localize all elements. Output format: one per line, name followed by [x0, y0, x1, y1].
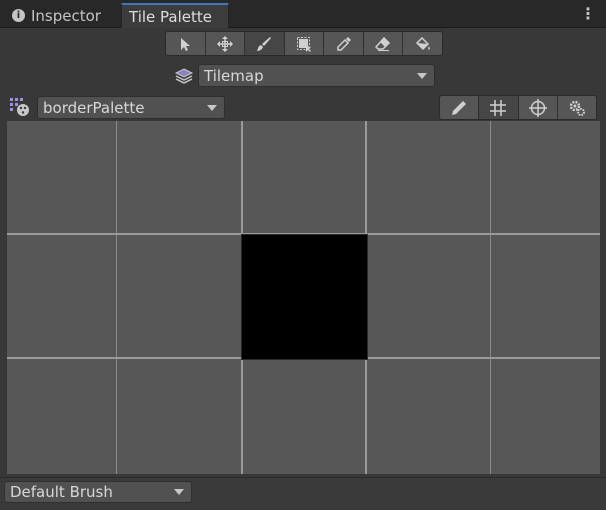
- chevron-down-icon: [207, 104, 217, 111]
- arrow-cursor-icon: [181, 37, 191, 51]
- flood-fill-tool-button[interactable]: [403, 32, 442, 55]
- palette-icon: [10, 98, 29, 116]
- active-tilemap-dropdown[interactable]: Tilemap: [198, 64, 435, 87]
- tab-inspector[interactable]: i Inspector: [4, 3, 120, 28]
- palette-toolbar: [439, 95, 597, 120]
- kebab-menu-icon[interactable]: ⋮: [580, 4, 596, 24]
- grid-icon: [490, 99, 507, 116]
- tile-palette-grid[interactable]: [7, 121, 600, 474]
- chevron-down-icon: [174, 489, 184, 495]
- paint-tool-button[interactable]: [245, 32, 285, 55]
- tab-tile-palette[interactable]: Tile Palette: [121, 3, 229, 28]
- palette-dropdown[interactable]: borderPalette: [37, 96, 225, 119]
- brush-dropdown-value: Default Brush: [10, 483, 113, 501]
- gizmos-toggle-button[interactable]: [519, 96, 558, 119]
- gizmo-icon: [528, 98, 547, 117]
- select-tool-button[interactable]: [166, 32, 206, 55]
- chevron-down-icon: [417, 72, 427, 79]
- tab-tile-palette-label: Tile Palette: [129, 7, 212, 26]
- active-tilemap-value: Tilemap: [204, 66, 264, 85]
- move-arrows-icon: [216, 35, 233, 52]
- info-icon: i: [12, 9, 25, 22]
- eraser-icon: [375, 36, 391, 51]
- paintbrush-icon: [257, 36, 272, 51]
- tool-strip: [165, 31, 443, 56]
- grid-toggle-button[interactable]: [479, 96, 519, 119]
- palette-tile[interactable]: [241, 234, 368, 360]
- pick-tool-button[interactable]: [324, 32, 364, 55]
- box-fill-tool-button[interactable]: [285, 32, 325, 55]
- eyedropper-icon: [336, 36, 351, 51]
- edit-palette-button[interactable]: [440, 96, 480, 119]
- grid-line: [490, 121, 491, 474]
- palette-settings-button[interactable]: [558, 96, 596, 119]
- brush-dropdown[interactable]: Default Brush: [4, 481, 192, 503]
- move-tool-button[interactable]: [206, 32, 246, 55]
- settings-gear-icon: [569, 100, 585, 116]
- box-select-icon: [297, 36, 312, 52]
- tab-inspector-label: Inspector: [31, 6, 101, 25]
- palette-dropdown-value: borderPalette: [43, 98, 145, 117]
- paint-bucket-icon: [415, 36, 430, 50]
- grid-line: [116, 121, 117, 474]
- pencil-icon: [452, 100, 467, 115]
- layers-icon: [174, 68, 194, 84]
- erase-tool-button[interactable]: [364, 32, 404, 55]
